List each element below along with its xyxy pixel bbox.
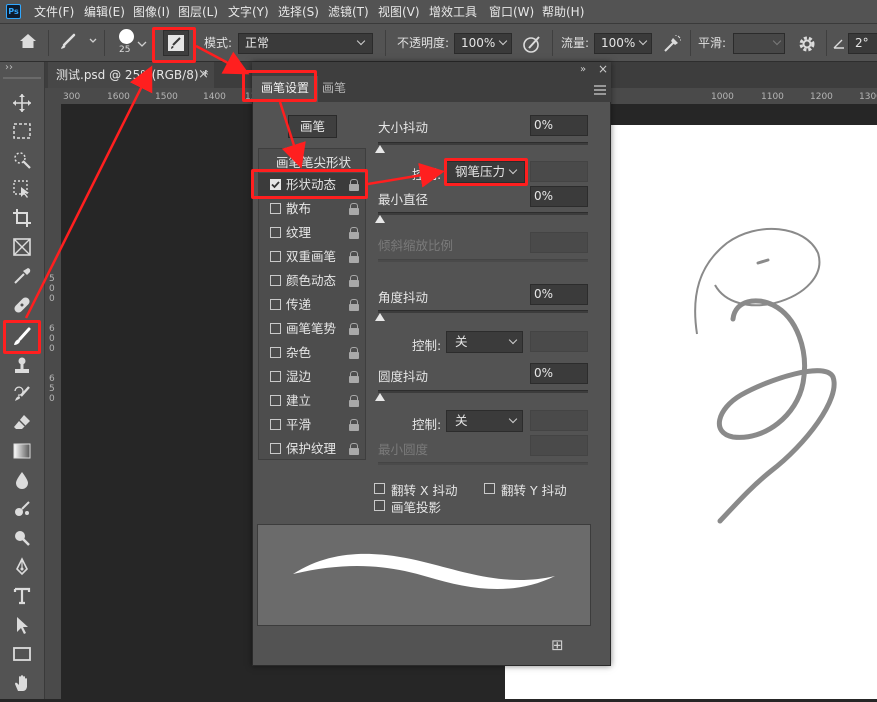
annotation-arrows xyxy=(24,44,445,319)
